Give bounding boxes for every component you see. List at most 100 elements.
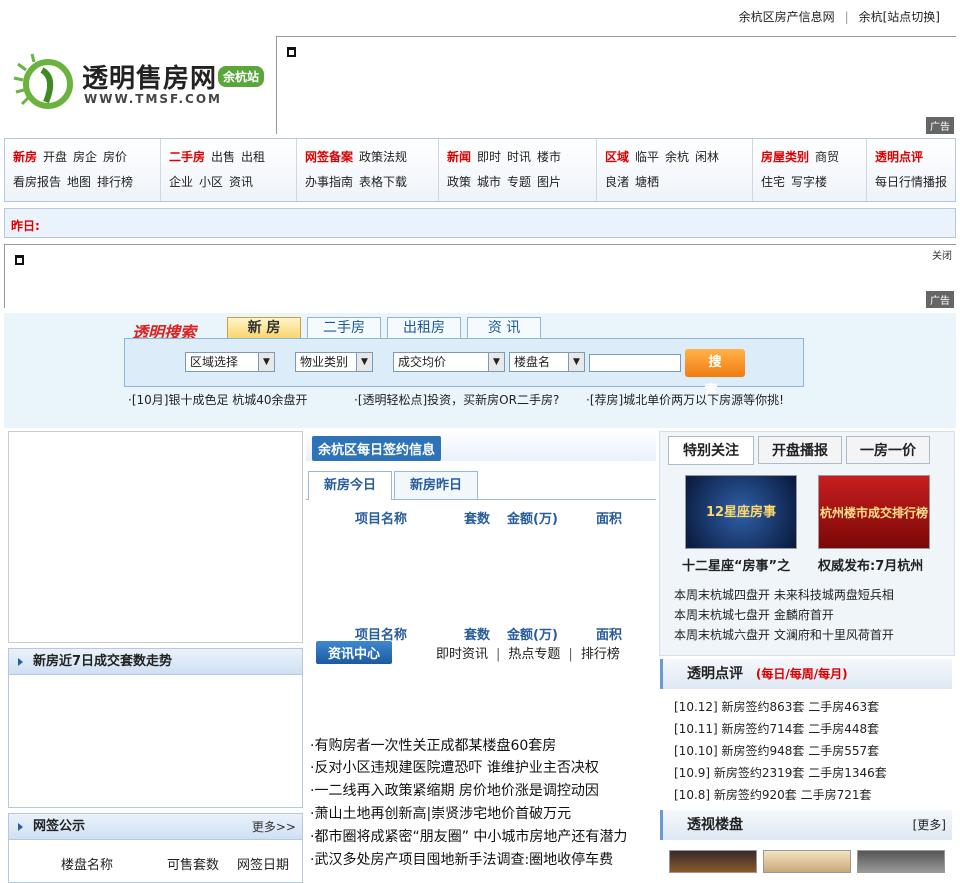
price-select[interactable]: 成交均价 ▼ [393,352,505,372]
nav-newhome[interactable]: 新房 [13,150,37,164]
nav-policy[interactable]: 政策法规 [359,150,407,164]
nav-policy-news[interactable]: 政策 [447,175,471,189]
review-item[interactable]: [10.10] 新房签约948套 二手房557套 [674,742,879,759]
headline-link[interactable]: ·[10月]银十成色足 杭城40余盘开 [128,391,308,408]
nav-area[interactable]: 区域 [605,150,629,164]
nav-tangqi[interactable]: 塘栖 [635,175,659,189]
property-type-select[interactable]: 物业类别 ▼ [295,352,373,372]
sign-more-link[interactable]: 更多>> [252,814,296,840]
focus-list-item[interactable]: 本周末杭城六盘开 文澜府和十里风荷首开 [674,626,894,643]
site-logo[interactable]: 透明售房网 WWW.TMSF.COM 余杭站 [12,50,272,114]
project-thumbnail[interactable] [857,850,945,873]
nav-city[interactable]: 城市 [477,175,501,189]
review-item[interactable]: [10.8] 新房签约920套 二手房721套 [674,786,872,803]
tab-newhome-yesterday[interactable]: 新房昨日 [394,471,478,499]
nav-ranking[interactable]: 排行榜 [97,175,133,189]
nav-sale[interactable]: 出售 [211,150,235,164]
trend-panel: 新房近7日成交套数走势 [8,648,303,808]
news-item[interactable]: ·都市圈将成紧密“朋友圈” 中小城市房地产还有潜力 [310,826,627,846]
nav-review[interactable]: 透明点评 [875,150,923,164]
nav-daily-report[interactable]: 每日行情播报 [875,175,947,189]
focus-list-item[interactable]: 本周末杭城四盘开 未来科技城两盘短兵相 [674,586,894,603]
broken-image-icon [15,255,24,265]
nav-map[interactable]: 地图 [67,175,91,189]
ranking-promo-image[interactable]: 杭州楼市成交排行榜 [818,475,930,549]
nav-group-review: 透明点评 每日行情播报 [867,139,955,201]
focus-list-item[interactable]: 本周末杭城七盘开 金麟府首开 [674,606,834,623]
site-info-link[interactable]: 余杭区房产信息网 [739,10,835,24]
search-tab-rental[interactable]: 出租房 [387,317,461,339]
tab-one-price[interactable]: 一房一价 [846,436,930,464]
nav-company[interactable]: 企业 [169,175,193,189]
ad-close-button[interactable]: 关闭 [932,247,952,262]
project-thumbnail[interactable] [763,850,851,873]
nav-news[interactable]: 新闻 [447,150,471,164]
nav-online-contract[interactable]: 网签备案 [305,150,353,164]
property-type-value: 物业类别 [300,355,349,369]
nav-group-news: 新闻 即时 时讯 楼市 政策 城市 专题 图片 [439,139,597,201]
search-tab-secondhand[interactable]: 二手房 [307,317,381,339]
search-tab-news[interactable]: 资 讯 [467,317,541,339]
nav-property-type[interactable]: 房屋类别 [761,150,809,164]
bullet-icon [18,658,23,666]
chevron-down-icon: ▼ [258,353,274,371]
zodiac-caption[interactable]: 十二星座“房事”之 [682,555,790,574]
news-item[interactable]: ·萧山土地再创新高|崇贤涉宅地价首破万元 [310,803,571,823]
headline-link[interactable]: ·[透明轻松点]投资，买新房OR二手房? [354,391,559,408]
zodiac-promo-image[interactable]: 12星座房事 [685,475,797,549]
project-thumbnail[interactable] [669,850,757,873]
ranking-link[interactable]: 排行榜 [581,647,620,662]
region-select-value: 区域选择 [190,355,239,369]
tab-special-focus[interactable]: 特别关注 [668,436,754,465]
search-button[interactable]: 搜 索 [685,349,745,398]
nav-rent[interactable]: 出租 [241,150,265,164]
hot-topics-link[interactable]: 热点专题 [508,647,560,662]
region-select[interactable]: 区域选择 ▼ [185,352,275,372]
nav-office[interactable]: 写字楼 [791,175,827,189]
nav-residential[interactable]: 住宅 [761,175,785,189]
nav-linping[interactable]: 临平 [635,150,659,164]
nav-liangzhu[interactable]: 良渚 [605,175,629,189]
nav-viewing-report[interactable]: 看房报告 [13,175,61,189]
headline-link[interactable]: ·[荐房]城北单价两万以下房源等你挑! [586,391,784,408]
review-title: 透明点评 [687,666,743,682]
nav-community[interactable]: 小区 [199,175,223,189]
nav-commercial[interactable]: 商贸 [815,150,839,164]
projects-more-link[interactable]: [更多] [913,810,946,840]
review-item[interactable]: [10.11] 新房签约714套 二手房448套 [674,720,879,737]
nav-instant[interactable]: 即时 [477,150,501,164]
top-ad-banner[interactable]: 广告 [276,36,956,134]
left-ad-slot [8,431,303,643]
project-name-select[interactable]: 楼盘名 ▼ [509,352,585,372]
nav-forms[interactable]: 表格下载 [359,175,407,189]
nav-news-2[interactable]: 资讯 [229,175,253,189]
nav-developers[interactable]: 房企 [73,150,97,164]
nav-market[interactable]: 楼市 [537,150,561,164]
news-item[interactable]: ·反对小区违规建医院遭恐吓 谁维护业主否决权 [310,757,599,777]
nav-yuhang[interactable]: 余杭 [665,150,689,164]
nav-xianlin[interactable]: 闲林 [695,150,719,164]
nav-pictures[interactable]: 图片 [537,175,561,189]
instant-news-link[interactable]: 即时资讯 [436,647,488,662]
ranking-caption[interactable]: 权威发布:7月杭州 [818,555,923,574]
nav-secondhand[interactable]: 二手房 [169,150,205,164]
search-input[interactable] [589,354,681,372]
news-item[interactable]: ·武汉多处房产项目囤地新手法调查:圈地收停车费 [310,849,613,869]
nav-topics[interactable]: 专题 [507,175,531,189]
divider: | [496,647,501,662]
main-nav: 新房 开盘 房企 房价 看房报告 地图 排行榜 二手房 出售 出租 企业 小区 资讯 网签备案 政策… [4,138,956,202]
nav-prices[interactable]: 房价 [103,150,127,164]
review-period-links[interactable]: (每日/每周/每月) [756,667,848,681]
site-switch-link[interactable]: 余杭[站点切换] [859,10,940,24]
review-item[interactable]: [10.9] 新房签约2319套 二手房1346套 [674,764,887,781]
tab-opening-report[interactable]: 开盘播报 [758,436,842,464]
nav-timely[interactable]: 时讯 [507,150,531,164]
tab-newhome-today[interactable]: 新房今日 [308,471,392,500]
search-tab-newhome[interactable]: 新 房 [227,317,301,339]
middle-ad-banner[interactable]: 关闭 广告 [4,244,956,308]
nav-opening[interactable]: 开盘 [43,150,67,164]
news-item[interactable]: ·一二线再入政策紧缩期 房价地价涨是调控动因 [310,780,599,800]
news-item[interactable]: ·有购房者一次性关正成都某楼盘60套房 [310,735,556,755]
nav-guide[interactable]: 办事指南 [305,175,353,189]
review-item[interactable]: [10.12] 新房签约863套 二手房463套 [674,698,879,715]
